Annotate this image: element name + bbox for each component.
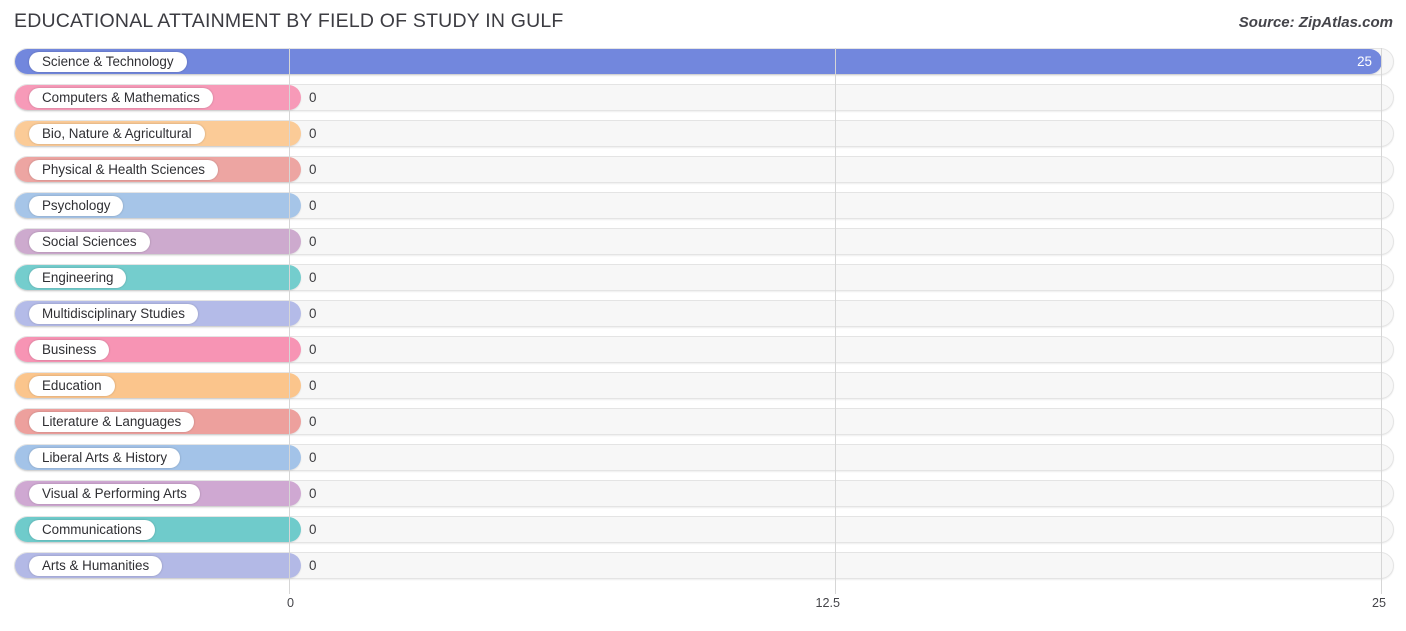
- bar-value-label: 0: [309, 270, 317, 285]
- category-label-pill: Multidisciplinary Studies: [29, 303, 198, 324]
- bar-row[interactable]: Business 0: [14, 336, 1394, 363]
- category-label: Computers & Mathematics: [42, 89, 200, 105]
- category-label: Education: [42, 377, 102, 393]
- gridline: [1381, 48, 1382, 594]
- category-label-pill: Education: [29, 375, 115, 396]
- bar-row[interactable]: Arts & Humanities 0: [14, 552, 1394, 579]
- bar-value-label: 0: [309, 162, 317, 177]
- category-label-pill: Business: [29, 339, 110, 360]
- bar-row[interactable]: Visual & Performing Arts 0: [14, 480, 1394, 507]
- bar-value-label: 0: [309, 522, 317, 537]
- bar-value-label: 0: [309, 378, 317, 393]
- bar-row[interactable]: Communications 0: [14, 516, 1394, 543]
- x-axis-tick-label: 12.5: [815, 596, 840, 610]
- category-label-pill: Physical & Health Sciences: [29, 159, 218, 180]
- category-label: Physical & Health Sciences: [42, 161, 205, 177]
- bar-row[interactable]: Engineering 0: [14, 264, 1394, 291]
- category-label: Multidisciplinary Studies: [42, 305, 185, 321]
- bar-row[interactable]: Bio, Nature & Agricultural 0: [14, 120, 1394, 147]
- bar-row[interactable]: Multidisciplinary Studies 0: [14, 300, 1394, 327]
- bar-value-label: 25: [1357, 54, 1372, 69]
- category-label: Business: [42, 341, 97, 357]
- category-label-pill: Computers & Mathematics: [29, 87, 213, 108]
- category-label: Visual & Performing Arts: [42, 485, 187, 501]
- category-label: Communications: [42, 521, 142, 537]
- category-label-pill: Communications: [29, 519, 155, 540]
- bar-row[interactable]: Liberal Arts & History 0: [14, 444, 1394, 471]
- category-label: Liberal Arts & History: [42, 449, 168, 465]
- bar-value-label: 0: [309, 486, 317, 501]
- bar-value-label: 0: [309, 450, 317, 465]
- category-label: Engineering: [42, 269, 114, 285]
- category-label: Literature & Languages: [42, 413, 182, 429]
- bar-value-label: 0: [309, 90, 317, 105]
- source-attribution: Source: ZipAtlas.com: [1238, 14, 1393, 31]
- x-axis: 0 12.5 25: [14, 596, 1394, 618]
- bar-value-label: 0: [309, 558, 317, 573]
- category-label-pill: Social Sciences: [29, 231, 150, 252]
- bar-value-label: 0: [309, 306, 317, 321]
- category-label: Science & Technology: [42, 53, 174, 69]
- x-axis-tick-label: 25: [1371, 596, 1386, 610]
- bar-row[interactable]: Physical & Health Sciences 0: [14, 156, 1394, 183]
- bar-row[interactable]: Literature & Languages 0: [14, 408, 1394, 435]
- category-label-pill: Literature & Languages: [29, 411, 195, 432]
- bar-row[interactable]: Psychology 0: [14, 192, 1394, 219]
- chart-page: EDUCATIONAL ATTAINMENT BY FIELD OF STUDY…: [0, 0, 1406, 631]
- bar-value-label: 0: [309, 198, 317, 213]
- category-label-pill: Engineering: [29, 267, 127, 288]
- bar[interactable]: [15, 49, 1382, 74]
- category-label-pill: Psychology: [29, 195, 124, 216]
- category-label: Psychology: [42, 197, 111, 213]
- bar-row[interactable]: Education 0: [14, 372, 1394, 399]
- category-label: Social Sciences: [42, 233, 137, 249]
- gridline: [835, 48, 836, 594]
- bar-row[interactable]: Social Sciences 0: [14, 228, 1394, 255]
- category-label-pill: Bio, Nature & Agricultural: [29, 123, 205, 144]
- category-label: Arts & Humanities: [42, 557, 150, 573]
- gridline: [289, 48, 290, 594]
- page-title: EDUCATIONAL ATTAINMENT BY FIELD OF STUDY…: [14, 10, 564, 32]
- category-label-pill: Arts & Humanities: [29, 555, 163, 576]
- bar-value-label: 0: [309, 126, 317, 141]
- category-label-pill: Science & Technology: [29, 51, 187, 72]
- bar-row[interactable]: Computers & Mathematics 0: [14, 84, 1394, 111]
- category-label-pill: Visual & Performing Arts: [29, 483, 200, 504]
- bar-row[interactable]: Science & Technology 25: [14, 48, 1394, 75]
- chart-plot-area: Science & Technology 25 Computers & Mathem…: [14, 48, 1394, 594]
- bar-value-label: 0: [309, 414, 317, 429]
- x-axis-tick-label: 0: [286, 596, 294, 610]
- bar-value-label: 0: [309, 234, 317, 249]
- bar-value-label: 0: [309, 342, 317, 357]
- category-label: Bio, Nature & Agricultural: [42, 125, 192, 141]
- category-label-pill: Liberal Arts & History: [29, 447, 181, 468]
